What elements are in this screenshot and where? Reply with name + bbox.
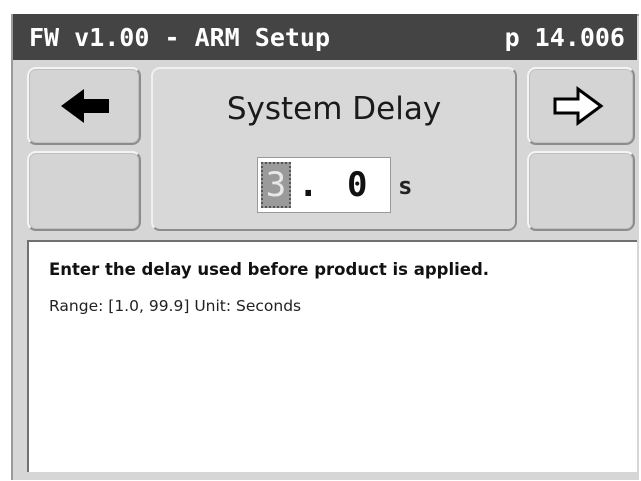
- left-arrow-icon: [61, 89, 109, 123]
- value-remaining-digits: . 0: [298, 165, 372, 205]
- value-input[interactable]: 3 . 0: [257, 157, 391, 213]
- unit-label: s: [398, 172, 413, 200]
- selected-digit[interactable]: 3: [261, 162, 291, 208]
- title-bar: FW v1.00 - ARM Setup p 14.006: [13, 14, 637, 60]
- right-arrow-icon: [553, 86, 604, 126]
- parameter-panel: System Delay 3 . 0 s: [151, 67, 517, 231]
- blank-softkey-left[interactable]: [27, 151, 141, 231]
- page-number: p 14.006: [504, 22, 625, 52]
- back-button[interactable]: [27, 67, 141, 145]
- forward-button[interactable]: [527, 67, 635, 145]
- help-panel: Enter the delay used before product is a…: [27, 240, 637, 472]
- help-description: Enter the delay used before product is a…: [49, 260, 490, 279]
- blank-softkey-right[interactable]: [527, 151, 635, 231]
- help-range: Range: [1.0, 99.9] Unit: Seconds: [49, 297, 302, 315]
- parameter-name: System Delay: [226, 91, 442, 127]
- screen-title: FW v1.00 - ARM Setup: [29, 22, 331, 52]
